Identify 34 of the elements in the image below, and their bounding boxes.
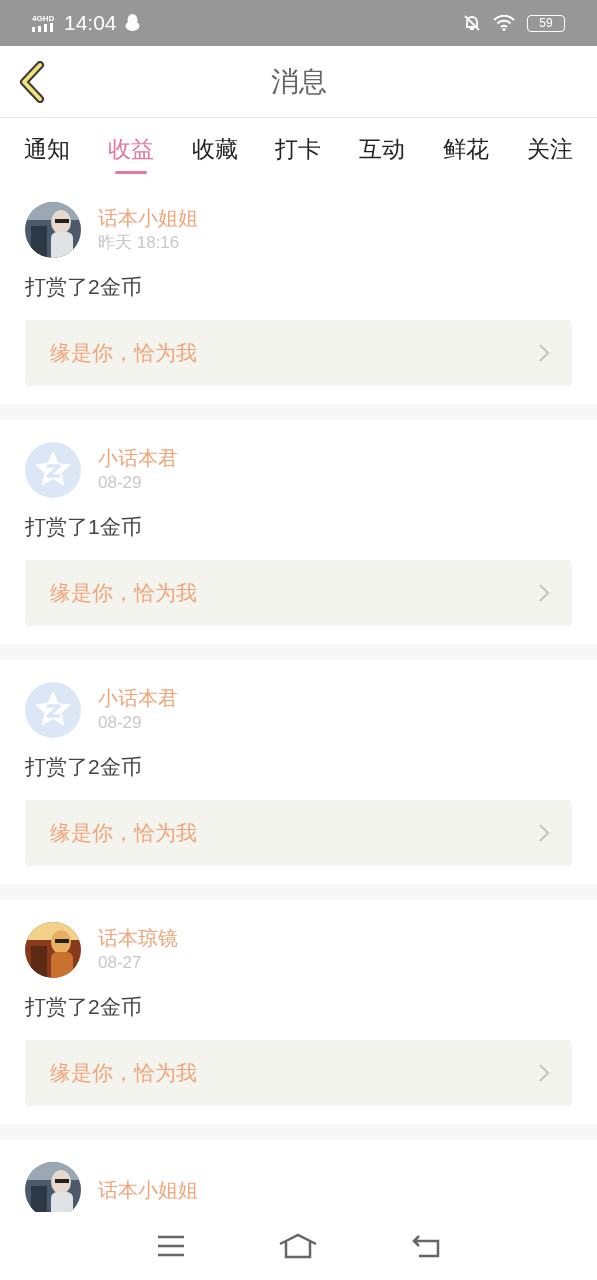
chevron-right-icon (538, 823, 550, 843)
message-text: 打赏了1金币 (25, 514, 143, 540)
default-avatar-icon (25, 442, 81, 498)
tab[interactable]: 打卡 (275, 128, 322, 170)
chevron-right-icon (538, 343, 550, 363)
back-icon[interactable] (410, 1234, 441, 1258)
page-title: 消息 (270, 64, 327, 99)
network-label: 4GHD (32, 14, 55, 23)
tab[interactable]: 关注 (526, 128, 573, 170)
tab[interactable]: 鲜花 (443, 128, 490, 170)
wifi-icon (493, 15, 515, 31)
tab[interactable]: 通知 (24, 128, 70, 170)
home-icon[interactable] (277, 1233, 318, 1259)
user-name: 话本小姐姐 (98, 206, 198, 231)
message-text: 打赏了2金币 (25, 754, 143, 780)
tab[interactable]: 互动 (359, 128, 406, 170)
chevron-right-icon (538, 1063, 550, 1083)
chevron-right-icon (538, 583, 550, 603)
message-text: 打赏了2金币 (25, 274, 143, 300)
user-name: 话本小姐姐 (98, 1178, 198, 1203)
signal-icon (32, 22, 56, 32)
user-name: 话本琼镜 (98, 926, 178, 951)
user-name: 小话本君 (98, 686, 178, 711)
default-avatar-icon (25, 682, 81, 738)
penguin-icon (124, 14, 140, 32)
menu-icon[interactable] (156, 1235, 185, 1257)
message-text: 打赏了2金币 (25, 994, 143, 1020)
chevron-left-icon (18, 61, 46, 103)
clock: 14:04 (64, 10, 117, 37)
battery-indicator: 59 (527, 14, 565, 32)
user-name: 小话本君 (98, 446, 178, 471)
tab-indicator (114, 171, 147, 174)
bell-off-icon (463, 14, 481, 32)
tab[interactable]: 收藏 (191, 128, 238, 170)
